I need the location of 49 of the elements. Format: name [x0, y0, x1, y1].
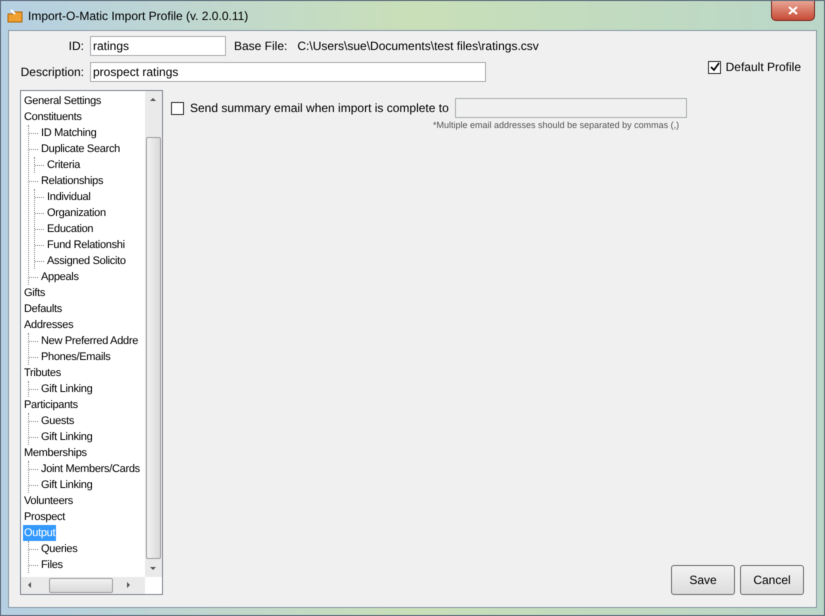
- tree-item[interactable]: Addresses: [23, 317, 74, 333]
- tree-item[interactable]: Gift Linking: [40, 477, 94, 493]
- tree-item[interactable]: Guests: [40, 413, 76, 429]
- email-note: *Multiple email addresses should be separated by commas (,): [433, 120, 680, 130]
- cancel-button[interactable]: Cancel: [740, 565, 804, 595]
- email-field[interactable]: [454, 98, 687, 118]
- horizontal-scrollbar[interactable]: [21, 577, 145, 594]
- save-button[interactable]: Save: [671, 565, 735, 595]
- close-icon: [788, 6, 798, 15]
- description-label: Description:: [20, 65, 84, 79]
- tree-item[interactable]: Prospect: [23, 509, 66, 525]
- tree-item[interactable]: Organization: [46, 205, 107, 221]
- checkbox[interactable]: [708, 60, 721, 74]
- id-label: ID:: [68, 39, 84, 53]
- tree-item[interactable]: Memberships: [23, 445, 88, 461]
- tree-item[interactable]: Phones/Emails: [40, 349, 112, 365]
- tree-item[interactable]: New Preferred Addre: [40, 333, 140, 349]
- tree-item[interactable]: Fund Relationshi: [46, 237, 126, 253]
- tree-item[interactable]: Appeals: [40, 269, 80, 285]
- default-profile-label: Default Profile: [726, 60, 801, 74]
- vertical-scrollbar[interactable]: [145, 91, 162, 577]
- id-field[interactable]: ratings: [90, 36, 226, 56]
- tree-item[interactable]: Tributes: [23, 365, 62, 381]
- tree-item[interactable]: Files: [40, 557, 64, 573]
- tree-item[interactable]: Criteria: [46, 157, 82, 173]
- base-file-path: C:\Users\sue\Documents\test files\ratings.csv: [297, 39, 539, 53]
- tree-item[interactable]: Education: [46, 221, 94, 237]
- tree-item[interactable]: Gifts: [23, 285, 46, 301]
- tree-item[interactable]: Individual: [46, 189, 92, 205]
- tree-item[interactable]: Gift Linking: [40, 381, 94, 397]
- folder-icon: [7, 8, 23, 24]
- tree-item[interactable]: Participants: [23, 397, 79, 413]
- tree-item[interactable]: Duplicate Search: [40, 141, 121, 157]
- tree-item[interactable]: Defaults: [23, 301, 63, 317]
- tree-item[interactable]: Constituents: [23, 109, 83, 125]
- description-field[interactable]: prospect ratings: [90, 62, 486, 82]
- checkbox[interactable]: [171, 102, 184, 114]
- tree-item[interactable]: Relationships: [40, 173, 104, 189]
- tree-item[interactable]: Gift Linking: [40, 429, 94, 445]
- base-file-label: Base File:: [234, 39, 288, 53]
- tree-item[interactable]: Queries: [40, 541, 78, 557]
- window-title: Import-O-Matic Import Profile (v. 2.0.0.11): [28, 8, 248, 22]
- tree-item[interactable]: Volunteers: [23, 493, 74, 509]
- tree-item[interactable]: Assigned Solicito: [46, 253, 127, 269]
- tree-item[interactable]: Joint Members/Cards: [40, 461, 141, 477]
- tree-item[interactable]: ID Matching: [40, 125, 98, 141]
- close-button[interactable]: [771, 1, 815, 21]
- tree-item[interactable]: General Settings: [23, 93, 102, 109]
- summary-email-label: Send summary email when import is complete to: [190, 101, 449, 115]
